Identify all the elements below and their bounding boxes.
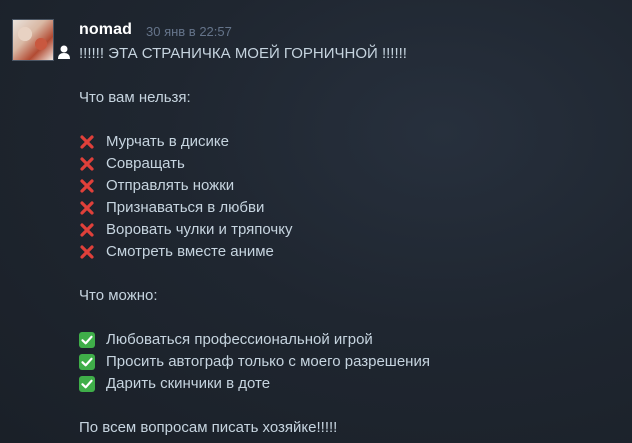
forbidden-item: Смотреть вместе аниме [79,241,619,263]
cross-icon [79,156,95,172]
check-icon [79,332,95,348]
forbidden-item-label: Мурчать в дисике [106,133,229,150]
comment-headline: !!!!!! ЭТА СТРАНИЧКА МОЕЙ ГОРНИЧНОЙ !!!!… [79,45,407,62]
user-status-icon [57,44,71,60]
forbidden-item-label: Отправлять ножки [106,177,235,194]
allowed-item: Просить автограф только с моего разрешен… [79,351,619,373]
allowed-heading: Что можно: [79,287,158,304]
cross-icon [79,178,95,194]
forbidden-item: Признаваться в любви [79,197,619,219]
forbidden-heading: Что вам нельзя: [79,89,191,106]
forbidden-item: Мурчать в дисике [79,131,619,153]
forbidden-item: Совращать [79,153,619,175]
comment-block: nomad 30 янв в 22:57 !!!!!! ЭТА СТРАНИЧК… [0,0,632,443]
forbidden-item: Воровать чулки и тряпочку [79,219,619,241]
cross-icon [79,244,95,260]
allowed-item-label: Просить автограф только с моего разрешен… [106,353,430,370]
comment-text: !!!!!! ЭТА СТРАНИЧКА МОЕЙ ГОРНИЧНОЙ !!!!… [79,43,619,439]
forbidden-item: Отправлять ножки [79,175,619,197]
allowed-item: Любоваться профессиональной игрой [79,329,619,351]
comment-timestamp: 30 янв в 22:57 [146,24,232,39]
forbidden-item-label: Признаваться в любви [106,199,265,216]
check-icon [79,354,95,370]
cross-icon [79,222,95,238]
forbidden-item-label: Смотреть вместе аниме [106,243,274,260]
allowed-item-label: Любоваться профессиональной игрой [106,331,373,348]
avatar[interactable] [12,19,54,61]
cross-icon [79,200,95,216]
allowed-item: Дарить скинчики в доте [79,373,619,395]
forbidden-item-label: Воровать чулки и тряпочку [106,221,293,238]
comment-footer: По всем вопросам писать хозяйке!!!!! [79,419,338,436]
check-icon [79,376,95,392]
cross-icon [79,134,95,150]
allowed-item-label: Дарить скинчики в доте [106,375,271,392]
forbidden-item-label: Совращать [106,155,185,172]
author-name[interactable]: nomad [79,21,132,39]
